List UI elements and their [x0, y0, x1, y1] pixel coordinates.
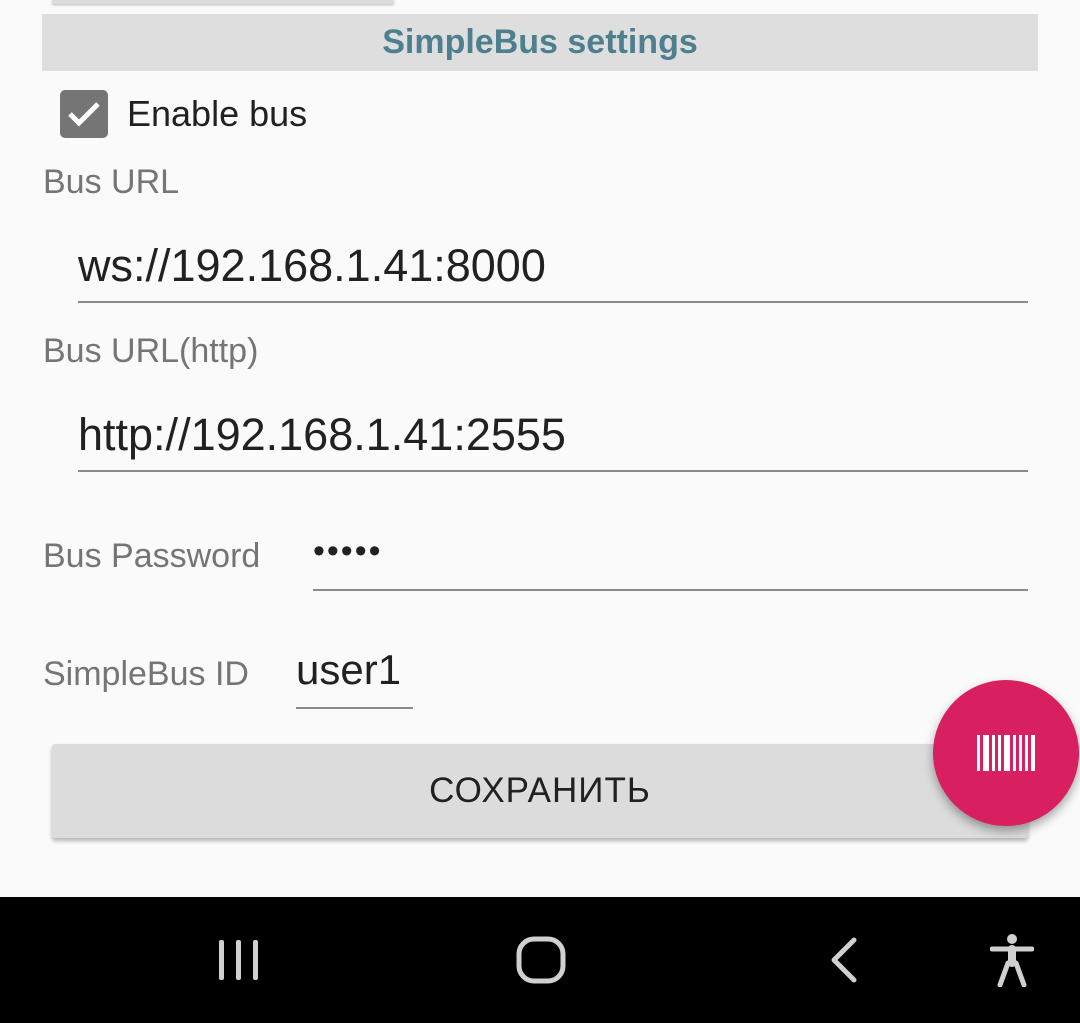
bus-url-value: ws://192.168.1.41:8000: [78, 240, 546, 291]
bus-password-value: •••••: [313, 532, 383, 570]
bus-url-http-value: http://192.168.1.41:2555: [78, 409, 566, 460]
accessibility-button[interactable]: [942, 897, 1080, 1023]
section-header: SimpleBus settings: [42, 14, 1038, 71]
accessibility-icon: [990, 934, 1034, 987]
back-button[interactable]: [774, 897, 914, 1023]
save-button[interactable]: СОХРАНИТЬ: [52, 744, 1028, 838]
barcode-scan-button[interactable]: [933, 680, 1079, 826]
bus-url-input[interactable]: ws://192.168.1.41:8000: [78, 240, 1028, 303]
recents-icon: [219, 940, 258, 980]
home-icon: [516, 936, 566, 984]
back-icon: [831, 937, 857, 983]
enable-bus-label: Enable bus: [127, 93, 308, 134]
bus-password-input[interactable]: •••••: [313, 532, 1028, 591]
enable-bus-checkbox[interactable]: [60, 90, 108, 138]
checkmark-icon: [68, 102, 100, 127]
save-button-label: СОХРАНИТЬ: [429, 771, 651, 810]
bus-url-http-input[interactable]: http://192.168.1.41:2555: [78, 409, 1028, 472]
bus-password-label: Bus Password: [43, 537, 261, 575]
bus-url-http-label: Bus URL(http): [43, 332, 259, 370]
simplebus-id-input[interactable]: user1: [296, 646, 413, 709]
previous-element-edge: [52, 0, 394, 4]
recents-button[interactable]: [169, 897, 309, 1023]
system-navigation-bar: [0, 897, 1080, 1023]
bus-url-label: Bus URL: [43, 163, 180, 201]
section-title: SimpleBus settings: [382, 23, 698, 61]
simplebus-id-value: user1: [296, 646, 402, 693]
enable-bus-checkbox-row[interactable]: Enable bus: [60, 88, 307, 140]
home-button[interactable]: [471, 897, 611, 1023]
barcode-icon: [977, 735, 1035, 771]
simplebus-id-label: SimpleBus ID: [43, 655, 249, 693]
